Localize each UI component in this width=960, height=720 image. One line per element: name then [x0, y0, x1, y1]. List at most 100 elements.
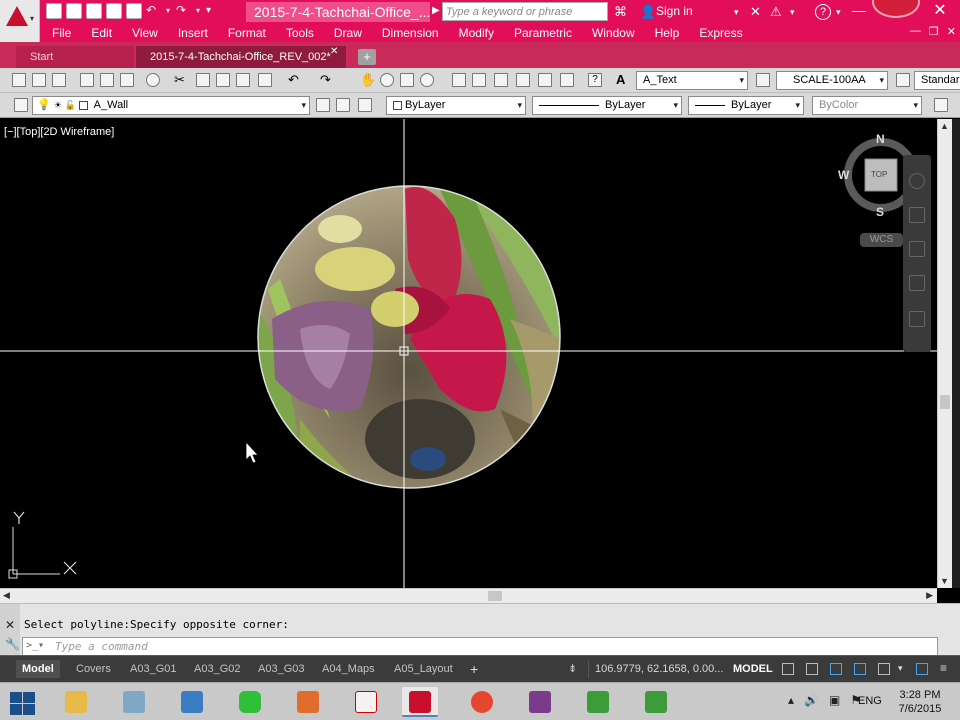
zoom-realtime-icon[interactable]: [380, 73, 394, 87]
properties-icon[interactable]: [452, 73, 466, 87]
new-tab-button[interactable]: +: [358, 49, 376, 65]
layout-tab-a03-g02[interactable]: A03_G02: [188, 660, 246, 678]
sign-in-dropdown-icon[interactable]: ▾: [734, 4, 739, 20]
layout-tab-model[interactable]: Model: [16, 660, 60, 678]
compass-west[interactable]: W: [838, 168, 849, 182]
title-overflow-arrow-icon[interactable]: ▶: [432, 5, 440, 16]
cut-icon[interactable]: ✂: [174, 73, 188, 87]
scroll-up-icon[interactable]: ▲: [940, 121, 949, 131]
taskbar-camtasia-1[interactable]: [580, 687, 616, 717]
text-style-icon[interactable]: A: [616, 73, 630, 87]
save-icon[interactable]: [86, 3, 102, 19]
tb-redo-icon[interactable]: ↷: [320, 73, 334, 87]
close-command-line-icon[interactable]: ✕: [5, 618, 15, 632]
taskbar-app-2[interactable]: [116, 687, 152, 717]
horizontal-scrollbar[interactable]: ◀ ▶: [0, 588, 937, 603]
doc-close-icon[interactable]: ✕: [947, 25, 956, 38]
tb-save-icon[interactable]: [52, 73, 66, 87]
taskbar-file-explorer[interactable]: [58, 687, 94, 717]
polar-icon[interactable]: [854, 663, 866, 675]
open-icon[interactable]: [32, 73, 46, 87]
search-box[interactable]: [442, 2, 608, 21]
pan-icon[interactable]: ✋: [360, 73, 376, 87]
new-file-icon[interactable]: [46, 3, 62, 19]
search-input[interactable]: [443, 3, 607, 20]
copy-icon[interactable]: [196, 73, 210, 87]
menu-format[interactable]: Format: [220, 24, 274, 42]
tool-palettes-icon[interactable]: [494, 73, 508, 87]
dim-style-icon[interactable]: [756, 73, 770, 87]
tb-undo-icon[interactable]: ↶: [288, 73, 302, 87]
taskbar-chrome[interactable]: [464, 687, 500, 717]
compass-south[interactable]: S: [876, 205, 884, 219]
viewcube-top-face[interactable]: TOP: [871, 170, 887, 179]
steering-wheel-icon[interactable]: [909, 173, 925, 189]
close-window-button[interactable]: ✕: [920, 0, 960, 22]
markup-icon[interactable]: [538, 73, 552, 87]
menu-parametric[interactable]: Parametric: [506, 24, 580, 42]
customize-qat-icon[interactable]: ▾: [206, 3, 222, 19]
layout-tab-a05-layout[interactable]: A05_Layout: [388, 660, 459, 678]
binoculars-icon[interactable]: ⌘: [614, 4, 627, 20]
layer-properties-icon[interactable]: [14, 98, 28, 112]
user-icon[interactable]: 👤: [640, 4, 656, 20]
minimize-button[interactable]: —: [848, 2, 870, 20]
scroll-down-icon[interactable]: ▼: [940, 576, 949, 586]
network-icon[interactable]: ▣: [829, 693, 840, 707]
qnew-icon[interactable]: [12, 73, 26, 87]
taskbar-clock[interactable]: 3:28 PM 7/6/2015: [894, 688, 946, 716]
wcs-menu[interactable]: WCS: [860, 233, 903, 247]
command-input-box[interactable]: >_▾: [22, 637, 938, 656]
exchange-icon[interactable]: ✕: [750, 4, 761, 20]
taskbar-acrobat[interactable]: [348, 687, 384, 717]
menu-dimension[interactable]: Dimension: [374, 24, 447, 42]
customization-icon[interactable]: ≡: [940, 662, 952, 675]
status-menu-icon[interactable]: ▾: [898, 663, 910, 675]
vertical-scroll-thumb[interactable]: [940, 395, 950, 409]
menu-edit[interactable]: Edit: [83, 24, 120, 42]
dim-style-select[interactable]: SCALE-100AA ▾: [776, 71, 888, 90]
block-editor-icon[interactable]: [258, 73, 272, 87]
nav-orbit-icon[interactable]: [909, 275, 925, 291]
table-style-icon[interactable]: [896, 73, 910, 87]
menu-insert[interactable]: Insert: [170, 24, 216, 42]
snap-icon[interactable]: [806, 663, 818, 675]
layer-previous-icon[interactable]: [336, 98, 350, 112]
tab-close-icon[interactable]: ✕: [330, 46, 338, 57]
undo-icon[interactable]: ↶: [146, 3, 162, 19]
taskbar-line[interactable]: [232, 687, 268, 717]
application-menu-button[interactable]: ▾: [0, 0, 40, 42]
help-dropdown-icon[interactable]: ▾: [836, 4, 841, 20]
windows-start-button[interactable]: [8, 690, 36, 716]
menu-file[interactable]: File: [40, 24, 79, 42]
color-control-select[interactable]: ByLayer ▾: [386, 96, 526, 115]
taskbar-winrar[interactable]: [522, 687, 558, 717]
zoom-window-icon[interactable]: [400, 73, 414, 87]
doc-minimize-icon[interactable]: —: [910, 25, 921, 38]
plot-preview-icon[interactable]: [100, 73, 114, 87]
open-file-icon[interactable]: [66, 3, 82, 19]
annotation-monitor-icon[interactable]: [916, 663, 928, 675]
scroll-left-icon[interactable]: ◀: [3, 590, 10, 601]
command-input[interactable]: [55, 638, 935, 655]
menu-help[interactable]: Help: [647, 24, 688, 42]
help-icon[interactable]: ?: [815, 4, 831, 20]
layout-tab-a03-g03[interactable]: A03_G03: [252, 660, 310, 678]
plot-icon[interactable]: [80, 73, 94, 87]
scroll-right-icon[interactable]: ▶: [926, 590, 933, 601]
tray-overflow-icon[interactable]: ▴: [788, 693, 794, 707]
layout-tab-covers[interactable]: Covers: [70, 660, 117, 678]
ortho-icon[interactable]: [830, 663, 842, 675]
text-style-select[interactable]: A_Text ▾: [636, 71, 748, 90]
zoom-previous-icon[interactable]: [420, 73, 434, 87]
menu-draw[interactable]: Draw: [326, 24, 370, 42]
workspace-icon[interactable]: [878, 663, 890, 675]
connected-dropdown-icon[interactable]: ▾: [790, 4, 795, 20]
help-toolbar-icon[interactable]: ?: [588, 73, 602, 87]
layer-select[interactable]: 💡 ☀ 🔓 A_Wall ▾: [32, 96, 310, 115]
table-style-select[interactable]: Standar: [914, 71, 960, 90]
layout-tab-a04-maps[interactable]: A04_Maps: [316, 660, 381, 678]
sign-in-button[interactable]: Sign in: [656, 4, 693, 18]
sheet-set-icon[interactable]: [516, 73, 530, 87]
print-icon[interactable]: [126, 3, 142, 19]
